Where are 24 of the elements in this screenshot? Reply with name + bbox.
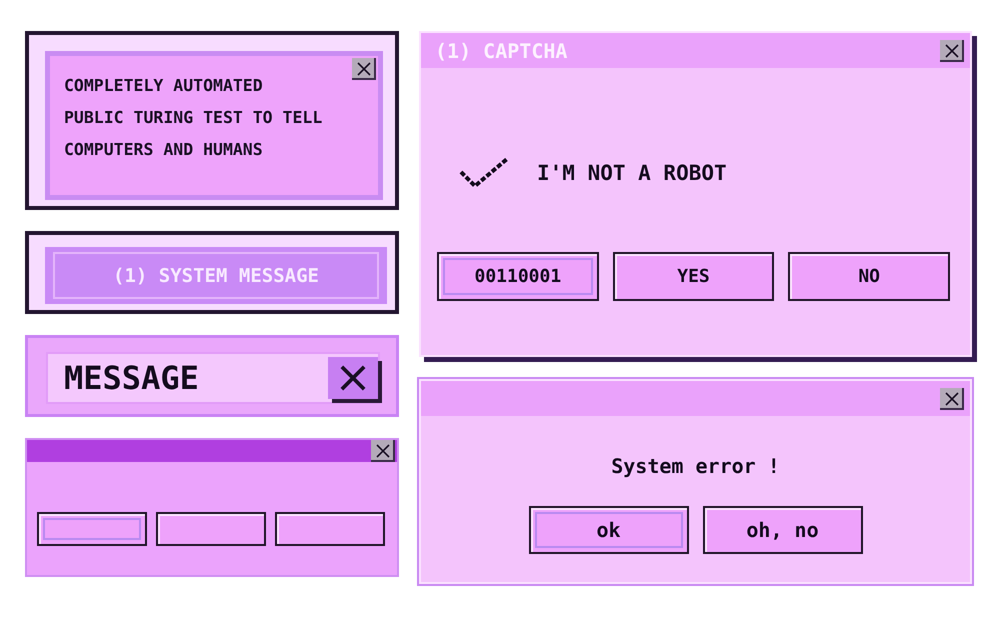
close-button[interactable]	[940, 388, 964, 410]
close-button[interactable]	[328, 357, 378, 399]
window-title: (1) CAPTCHA	[435, 38, 568, 62]
dialog-button[interactable]: oh, no	[702, 506, 862, 554]
message-text: MESSAGE	[64, 359, 199, 397]
checkbox-label: I'M NOT A ROBOT	[537, 161, 727, 185]
dialog-button[interactable]: ok	[528, 506, 688, 554]
close-button[interactable]	[352, 58, 376, 80]
close-button[interactable]	[940, 40, 964, 62]
blank-button[interactable]	[156, 512, 266, 546]
close-icon	[340, 365, 366, 391]
notice-text: COMPLETELY AUTOMATED PUBLIC TURING TEST TO TELL COMPUTERS AND HUMANS	[64, 75, 324, 161]
close-icon	[376, 444, 390, 458]
close-button[interactable]	[371, 440, 395, 462]
close-icon	[945, 44, 959, 58]
system-message-text: (1) SYSTEM MESSAGE	[53, 252, 379, 299]
close-icon	[357, 62, 371, 76]
dialog-button[interactable]: YES	[612, 252, 774, 301]
error-message: System error !	[610, 453, 781, 478]
close-icon	[945, 392, 959, 406]
dialog-button[interactable]: 00110001	[437, 252, 599, 301]
dialog-button[interactable]: NO	[788, 252, 950, 301]
blank-button[interactable]	[37, 512, 147, 546]
blank-button[interactable]	[275, 512, 385, 546]
